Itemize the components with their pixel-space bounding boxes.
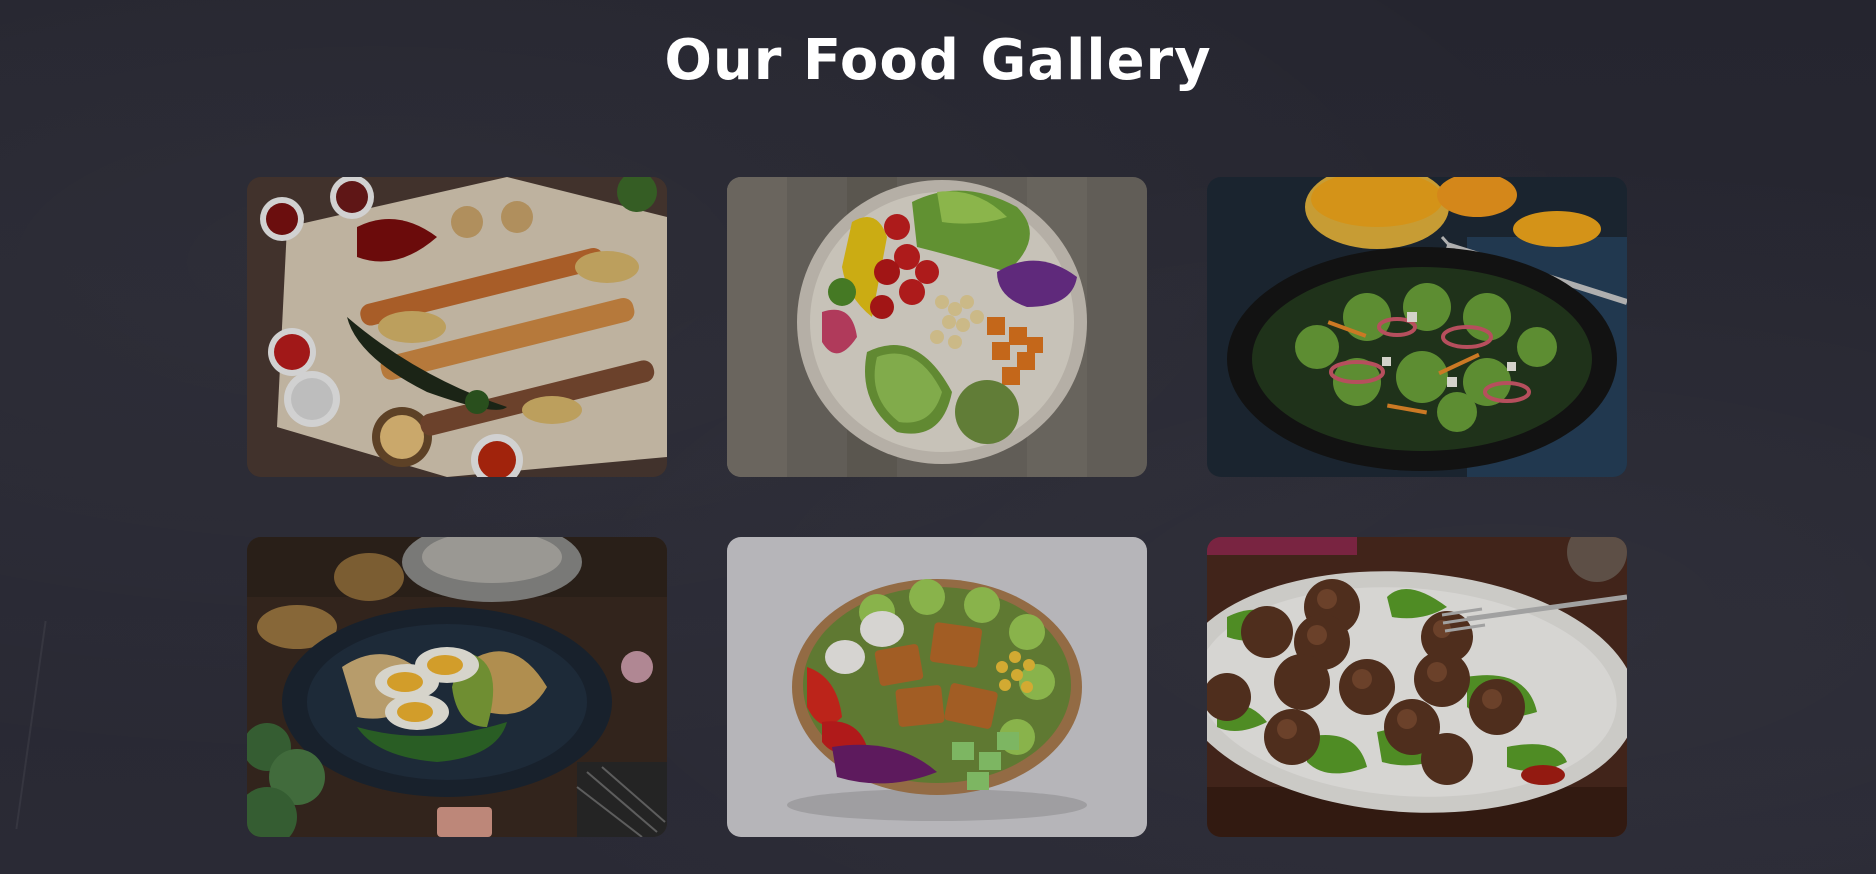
gallery-item-grilled-kebab[interactable] xyxy=(247,177,667,477)
gallery-item-chicken-salad[interactable] xyxy=(727,537,1147,837)
grilled-kebab-platter-image xyxy=(247,177,667,477)
egg-avocado-plate-image xyxy=(247,537,667,837)
gallery-item-vegetable-salad[interactable] xyxy=(727,177,1147,477)
page-title: Our Food Gallery xyxy=(664,28,1212,93)
meatballs-plate-image xyxy=(1207,537,1627,837)
green-salad-plate-image xyxy=(1207,177,1627,477)
background-scratch xyxy=(15,620,47,830)
gallery-item-egg-avocado[interactable] xyxy=(247,537,667,837)
gallery-item-green-salad[interactable] xyxy=(1207,177,1627,477)
gallery-item-meatballs[interactable] xyxy=(1207,537,1627,837)
vegetable-salad-bowl-image xyxy=(727,177,1147,477)
food-gallery-grid xyxy=(247,177,1627,837)
chicken-salad-bowl-image xyxy=(727,537,1147,837)
